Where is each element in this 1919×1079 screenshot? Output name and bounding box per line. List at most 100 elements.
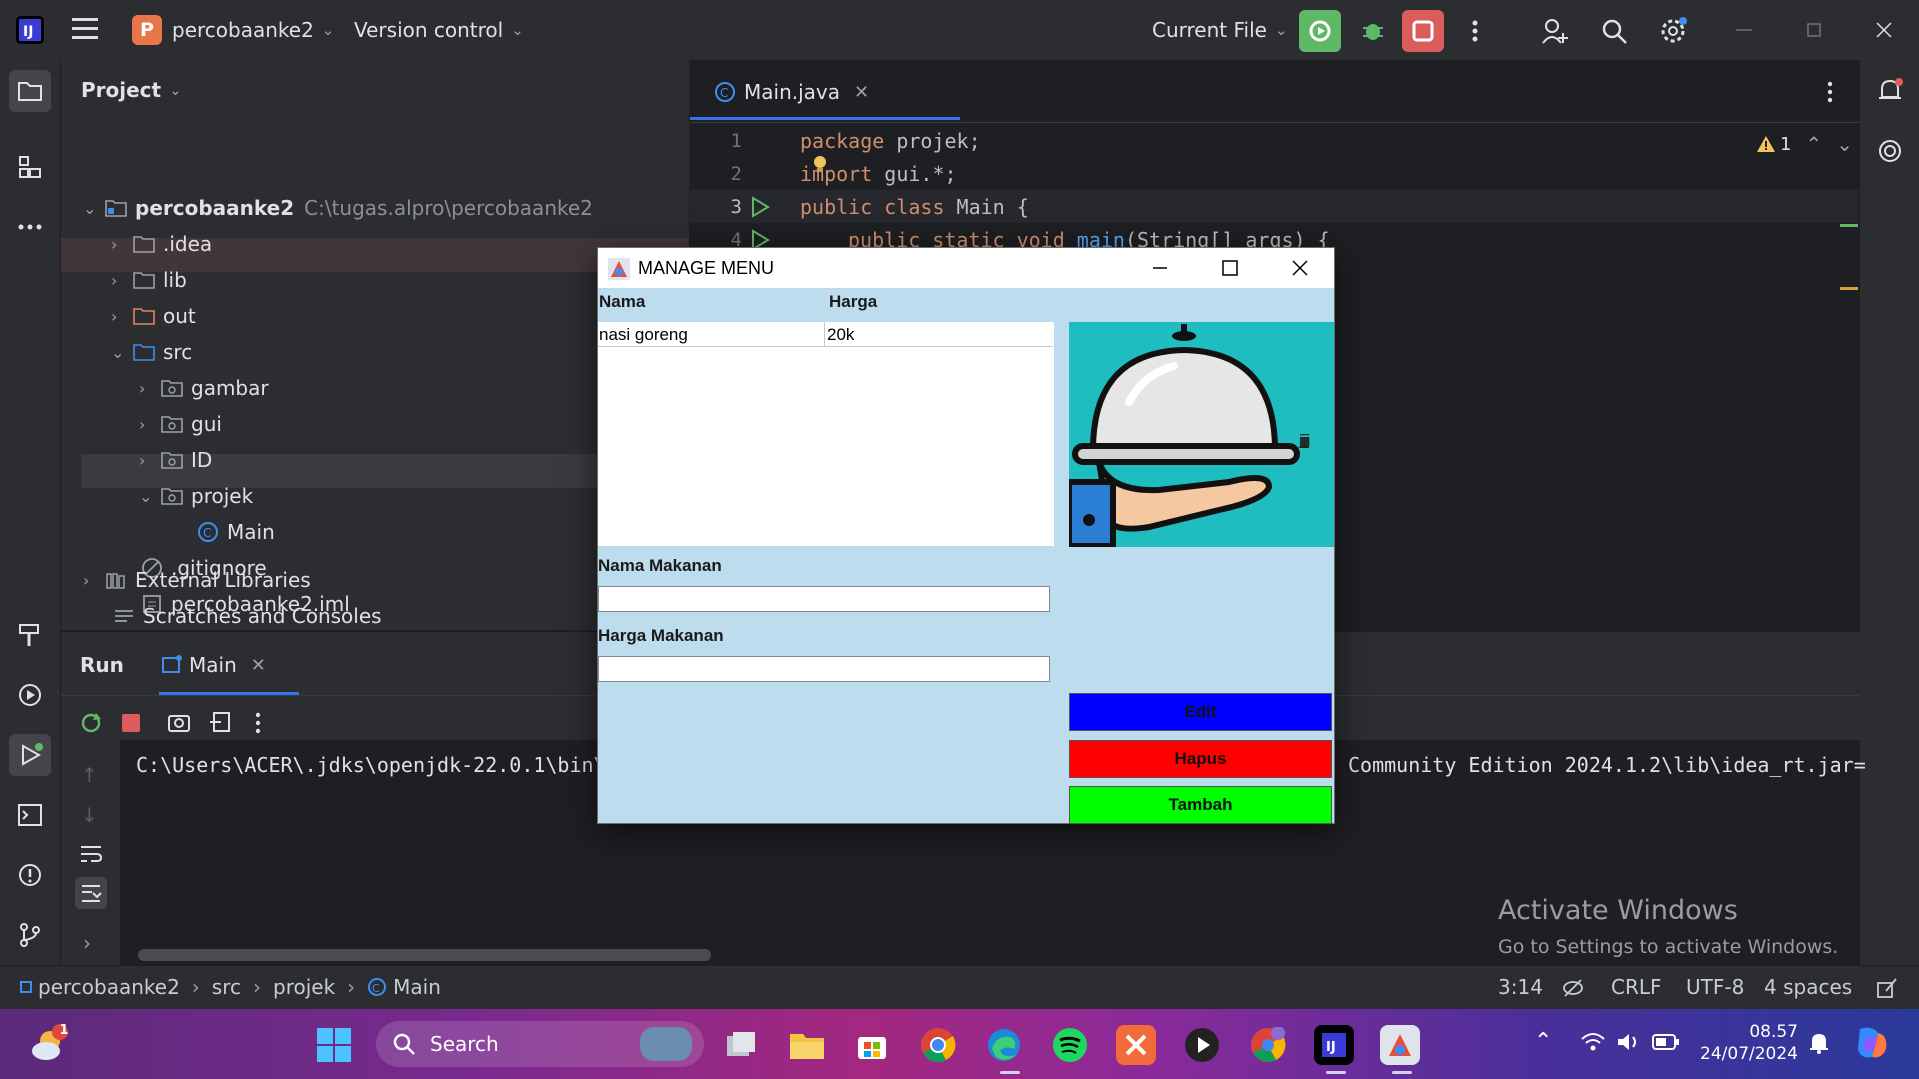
indent-setting[interactable]: 4 spaces bbox=[1764, 975, 1852, 999]
volume-icon[interactable] bbox=[1616, 1031, 1642, 1053]
more-tools-icon[interactable] bbox=[9, 206, 51, 248]
tree-root[interactable]: ⌄ percobaanke2 C:\tugas.alpro\percobaank… bbox=[83, 191, 593, 225]
tree-item-scratches[interactable]: Scratches and Consoles bbox=[113, 599, 382, 633]
more-actions-icon[interactable] bbox=[254, 711, 262, 735]
spotify-icon[interactable] bbox=[1050, 1025, 1090, 1065]
tree-item-idea[interactable]: › .idea bbox=[111, 227, 212, 261]
weather-widget-icon[interactable]: 1 bbox=[28, 1023, 70, 1065]
tree-item-projek[interactable]: ⌄ projek bbox=[139, 479, 253, 513]
structure-icon[interactable] bbox=[9, 146, 51, 188]
tree-item-out[interactable]: › out bbox=[111, 299, 196, 333]
close-tab-icon[interactable]: ✕ bbox=[251, 655, 266, 676]
intellij-taskbar-icon[interactable]: IJ bbox=[1314, 1025, 1354, 1065]
inspection-widget[interactable]: 1 ⌃ ⌄ bbox=[1756, 132, 1853, 156]
chevron-up-icon[interactable]: ⌃ bbox=[1534, 1029, 1552, 1054]
stop-icon[interactable] bbox=[1402, 10, 1444, 52]
add-user-icon[interactable] bbox=[1534, 10, 1576, 52]
minimize-icon[interactable] bbox=[1126, 248, 1194, 288]
camera-dump-icon[interactable] bbox=[167, 711, 191, 733]
tree-item-lib[interactable]: › lib bbox=[111, 263, 187, 297]
services-icon[interactable] bbox=[9, 674, 51, 716]
menu-table[interactable]: nasi goreng 20k bbox=[598, 322, 1054, 546]
breadcrumb-item[interactable]: projek bbox=[273, 975, 335, 999]
chrome-icon[interactable] bbox=[918, 1025, 958, 1065]
tree-item-src[interactable]: ⌄ src bbox=[111, 335, 192, 369]
stop-icon[interactable] bbox=[121, 713, 141, 733]
table-row[interactable]: nasi goreng 20k bbox=[598, 322, 1053, 347]
tree-item-gui[interactable]: › gui bbox=[139, 407, 222, 441]
add-button[interactable]: Tambah bbox=[1069, 786, 1332, 824]
taskbar-search[interactable]: Search bbox=[376, 1021, 704, 1067]
tree-item-main[interactable]: C Main bbox=[197, 515, 275, 549]
more-actions-icon[interactable] bbox=[1454, 10, 1496, 52]
search-icon[interactable] bbox=[1593, 10, 1635, 52]
exit-icon[interactable] bbox=[209, 711, 231, 733]
chevron-up-icon[interactable]: ⌃ bbox=[1805, 132, 1822, 156]
close-tab-icon[interactable]: ✕ bbox=[854, 82, 869, 103]
file-encoding[interactable]: UTF-8 bbox=[1686, 975, 1744, 999]
build-hammer-icon[interactable] bbox=[9, 614, 51, 656]
tab-options-icon[interactable] bbox=[1826, 80, 1834, 104]
horizontal-scrollbar[interactable] bbox=[138, 949, 711, 961]
main-menu-icon[interactable] bbox=[72, 16, 100, 42]
ai-assistant-icon[interactable] bbox=[1869, 130, 1911, 172]
problems-icon[interactable] bbox=[9, 854, 51, 896]
microsoft-store-icon[interactable] bbox=[852, 1025, 892, 1065]
column-header-name[interactable]: Nama bbox=[599, 292, 645, 312]
caret-position[interactable]: 3:14 bbox=[1498, 975, 1543, 999]
edit-button[interactable]: Edit bbox=[1069, 693, 1332, 731]
minimize-icon[interactable] bbox=[1732, 18, 1756, 42]
file-explorer-icon[interactable] bbox=[787, 1025, 827, 1065]
project-folder-icon[interactable] bbox=[9, 70, 51, 112]
scroll-to-end-icon[interactable] bbox=[75, 877, 107, 909]
delete-button[interactable]: Hapus bbox=[1069, 740, 1332, 778]
arrow-up-icon[interactable]: ↑ bbox=[81, 763, 98, 787]
no-highlighting-icon[interactable] bbox=[1562, 977, 1584, 999]
editor-tab-main-java[interactable]: C Main.java ✕ bbox=[714, 78, 869, 106]
git-branch-icon[interactable] bbox=[9, 914, 51, 956]
edge-icon[interactable] bbox=[984, 1025, 1024, 1065]
chevron-down-icon[interactable]: ⌄ bbox=[1836, 132, 1853, 156]
rerun-icon[interactable] bbox=[1299, 10, 1341, 52]
tree-item-gambar[interactable]: › gambar bbox=[139, 371, 269, 405]
run-config-selector[interactable]: Current File ⌄ bbox=[1152, 12, 1288, 48]
battery-icon[interactable] bbox=[1652, 1033, 1680, 1051]
tree-item-id[interactable]: › ID bbox=[139, 443, 212, 477]
breadcrumb-item[interactable]: percobaanke2 bbox=[38, 975, 180, 999]
windows-start-icon[interactable] bbox=[316, 1027, 354, 1065]
terminal-icon[interactable] bbox=[9, 794, 51, 836]
project-switcher[interactable]: P percobaanke2 ⌄ bbox=[132, 12, 334, 48]
column-header-price[interactable]: Harga bbox=[829, 292, 877, 312]
notifications-bell-icon[interactable] bbox=[1869, 70, 1911, 112]
intellij-logo-icon[interactable]: IJ bbox=[14, 14, 46, 46]
rerun-icon[interactable] bbox=[79, 711, 103, 735]
java-app-icon[interactable] bbox=[1380, 1025, 1420, 1065]
soft-wrap-icon[interactable] bbox=[79, 843, 103, 865]
restore-icon[interactable] bbox=[1802, 18, 1826, 42]
settings-gear-icon[interactable] bbox=[1652, 10, 1694, 52]
dialog-title-bar[interactable]: MANAGE MENU bbox=[598, 248, 1334, 288]
food-price-input[interactable] bbox=[598, 656, 1050, 682]
close-dialog-icon[interactable] bbox=[1266, 248, 1334, 288]
lock-edit-icon[interactable] bbox=[1876, 977, 1898, 999]
xampp-icon[interactable] bbox=[1116, 1025, 1156, 1065]
project-panel-header[interactable]: Project ⌄ bbox=[81, 78, 182, 102]
clock[interactable]: 08.57 24/07/2024 bbox=[1692, 1021, 1798, 1065]
copilot-icon[interactable] bbox=[1852, 1023, 1892, 1063]
maximize-icon[interactable] bbox=[1196, 248, 1264, 288]
run-gutter-icon[interactable] bbox=[750, 196, 770, 218]
arrow-down-icon[interactable]: ↓ bbox=[81, 803, 98, 827]
run-tool-icon[interactable] bbox=[9, 734, 51, 776]
wifi-icon[interactable] bbox=[1580, 1031, 1606, 1053]
food-name-input[interactable] bbox=[598, 586, 1050, 612]
run-tab-main[interactable]: Main ✕ bbox=[161, 653, 266, 677]
notification-bell-icon[interactable] bbox=[1808, 1031, 1830, 1055]
breadcrumb-item[interactable]: src bbox=[212, 975, 241, 999]
version-control-menu[interactable]: Version control ⌄ bbox=[354, 12, 524, 48]
task-view-icon[interactable] bbox=[722, 1025, 762, 1065]
debug-icon[interactable] bbox=[1352, 10, 1394, 52]
chrome-profile-icon[interactable] bbox=[1248, 1025, 1288, 1065]
line-separator[interactable]: CRLF bbox=[1611, 975, 1662, 999]
chevron-right-icon[interactable]: › bbox=[83, 931, 91, 955]
close-window-icon[interactable] bbox=[1872, 18, 1896, 42]
